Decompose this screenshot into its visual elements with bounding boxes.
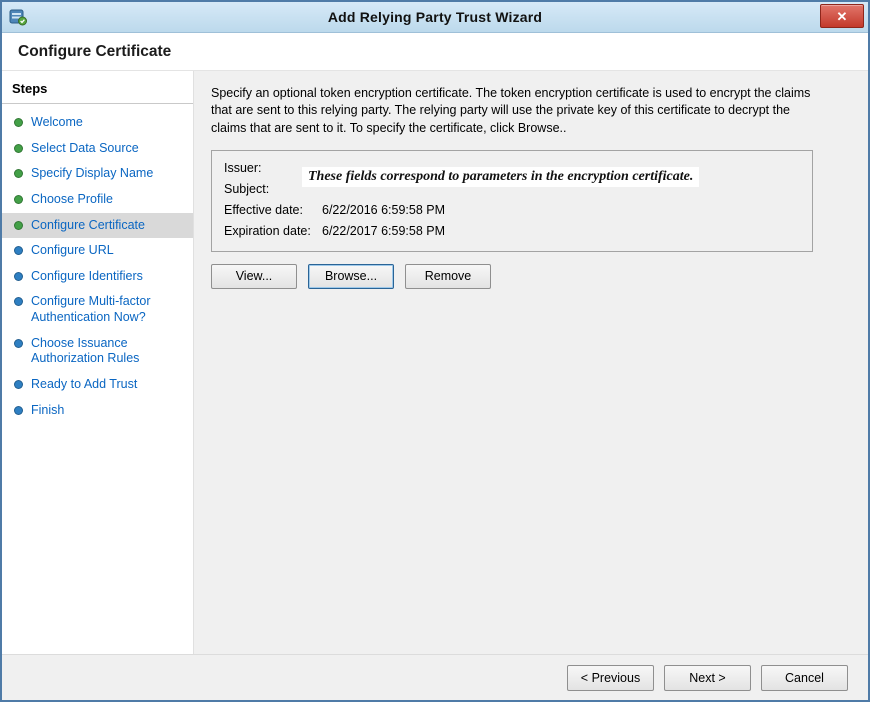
step-status-icon — [14, 246, 23, 255]
certificate-field-label: Expiration date: — [224, 225, 322, 239]
step-item[interactable]: Ready to Add Trust — [2, 372, 193, 398]
step-item[interactable]: Select Data Source — [2, 136, 193, 162]
certificate-details-box: Issuer: Subject: Effective date: 6/22/20… — [211, 150, 813, 252]
step-status-icon — [14, 144, 23, 153]
view-button[interactable]: View... — [211, 264, 297, 289]
step-status-icon — [14, 195, 23, 204]
step-label: Select Data Source — [31, 141, 139, 157]
step-item[interactable]: Finish — [2, 398, 193, 424]
wizard-icon — [9, 8, 27, 26]
step-item[interactable]: Choose Issuance Authorization Rules — [2, 331, 193, 372]
main-content: Specify an optional token encryption cer… — [194, 71, 868, 654]
step-item[interactable]: Welcome — [2, 110, 193, 136]
step-status-icon — [14, 297, 23, 306]
step-label: Configure Multi-factor Authentication No… — [31, 294, 181, 325]
step-status-icon — [14, 406, 23, 415]
instruction-text: Specify an optional token encryption cer… — [211, 85, 815, 137]
step-item[interactable]: Configure Certificate — [2, 213, 193, 239]
browse-button[interactable]: Browse... — [308, 264, 394, 289]
step-label: Configure Certificate — [31, 218, 145, 234]
footer-bar: < Previous Next > Cancel — [2, 654, 868, 700]
step-item[interactable]: Configure Multi-factor Authentication No… — [2, 289, 193, 330]
certificate-field-label: Effective date: — [224, 204, 322, 218]
step-status-icon — [14, 118, 23, 127]
step-item[interactable]: Configure Identifiers — [2, 264, 193, 290]
title-bar[interactable]: Add Relying Party Trust Wizard ✕ — [2, 2, 868, 33]
step-label: Ready to Add Trust — [31, 377, 137, 393]
steps-sidebar: Steps Welcome Select Data Source — [2, 71, 194, 654]
certificate-field-value: 6/22/2016 6:59:58 PM — [322, 204, 802, 218]
page-title: Configure Certificate — [18, 43, 171, 61]
step-status-icon — [14, 380, 23, 389]
step-item[interactable]: Choose Profile — [2, 187, 193, 213]
wizard-window: Add Relying Party Trust Wizard ✕ Configu… — [0, 0, 870, 702]
wizard-body: Steps Welcome Select Data Source — [2, 71, 868, 654]
certificate-field-value: 6/22/2017 6:59:58 PM — [322, 225, 802, 239]
cancel-button[interactable]: Cancel — [761, 665, 848, 691]
step-item[interactable]: Configure URL — [2, 238, 193, 264]
step-label: Configure URL — [31, 243, 114, 259]
remove-button[interactable]: Remove — [405, 264, 491, 289]
window-title: Add Relying Party Trust Wizard — [2, 9, 868, 25]
step-label: Choose Issuance Authorization Rules — [31, 336, 181, 367]
step-status-icon — [14, 339, 23, 348]
previous-button[interactable]: < Previous — [567, 665, 654, 691]
next-button[interactable]: Next > — [664, 665, 751, 691]
step-label: Finish — [31, 403, 64, 419]
close-button[interactable]: ✕ — [820, 4, 864, 28]
steps-heading: Steps — [2, 71, 193, 104]
page-header: Configure Certificate — [2, 33, 868, 71]
step-label: Welcome — [31, 115, 83, 131]
certificate-field-row: Expiration date: 6/22/2017 6:59:58 PM — [224, 221, 802, 242]
step-label: Configure Identifiers — [31, 269, 143, 285]
certificate-actions: View... Browse... Remove — [211, 264, 848, 289]
annotation-note: These fields correspond to parameters in… — [302, 167, 699, 187]
step-status-icon — [14, 169, 23, 178]
step-label: Specify Display Name — [31, 166, 153, 182]
step-status-icon — [14, 272, 23, 281]
step-label: Choose Profile — [31, 192, 113, 208]
steps-list: Welcome Select Data Source Specify Displ… — [2, 110, 193, 423]
certificate-field-row: Effective date: 6/22/2016 6:59:58 PM — [224, 200, 802, 221]
step-status-icon — [14, 221, 23, 230]
step-item[interactable]: Specify Display Name — [2, 161, 193, 187]
